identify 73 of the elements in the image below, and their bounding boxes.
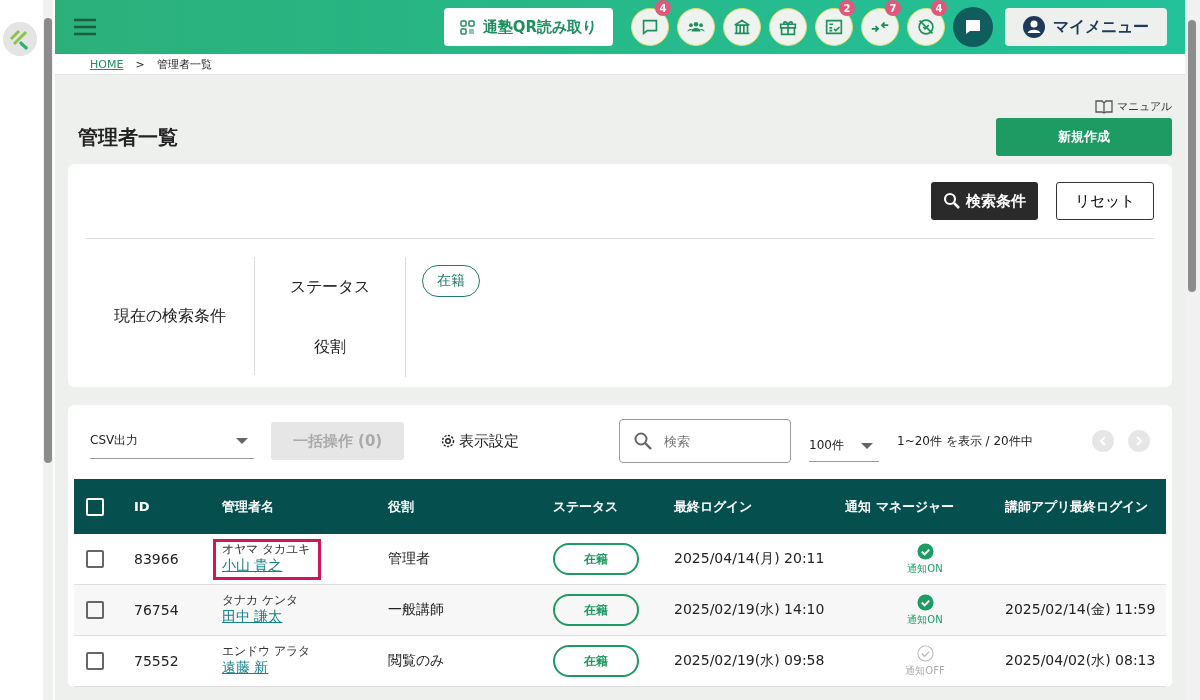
speech-bubble-icon: [963, 17, 983, 37]
column-header: 役割: [388, 498, 414, 514]
last-login-cell: 2025/02/19(水) 09:58: [674, 652, 825, 668]
gear-icon: [440, 433, 456, 449]
search-conditions-button[interactable]: 検索条件: [931, 182, 1038, 220]
csv-export-select[interactable]: CSV出力: [90, 423, 254, 459]
gift-icon-button[interactable]: [769, 8, 807, 46]
notification-badge: 4: [655, 0, 671, 16]
search-icon: [943, 192, 961, 210]
condition-label: 役割: [255, 317, 406, 377]
notification-badge: 4: [931, 0, 947, 16]
name-reading: エンドウ アラタ: [222, 643, 310, 659]
notification-status: 通知OFF: [905, 663, 945, 678]
chevron-left-icon: [1098, 436, 1108, 446]
breadcrumb-separator: >: [135, 57, 145, 71]
scrollbar-thumb[interactable]: [44, 18, 52, 463]
name-reading: オヤマ タカユキ: [222, 541, 310, 557]
building-icon-button[interactable]: [723, 8, 761, 46]
qr-icon: [459, 19, 475, 35]
book-icon: [1095, 99, 1113, 114]
display-settings-button[interactable]: 表示設定: [440, 431, 519, 451]
app-last-login-cell: 2025/02/14(金) 11:59: [1005, 601, 1156, 617]
id-cell: 76754: [134, 602, 179, 618]
page-size-select[interactable]: 100件: [809, 430, 879, 462]
select-all-checkbox[interactable]: [86, 497, 104, 516]
message-button[interactable]: [953, 7, 993, 47]
breadcrumb-home-link[interactable]: HOME: [90, 57, 124, 71]
breadcrumb-current: 管理者一覧: [156, 56, 212, 72]
row-checkbox[interactable]: [86, 652, 104, 670]
column-header: 通知 マネージャー: [845, 498, 954, 514]
menu-icon[interactable]: [73, 18, 97, 36]
reset-button[interactable]: リセット: [1056, 182, 1154, 220]
notification-status: 通知ON: [907, 561, 943, 576]
scrollbar-thumb[interactable]: [1188, 20, 1196, 292]
id-cell: 83966: [134, 551, 179, 567]
current-conditions-label: 現在の検索条件: [86, 257, 255, 375]
search-icon: [633, 431, 653, 451]
column-header: ID: [134, 499, 150, 514]
condition-label: ステータス: [255, 257, 406, 317]
user-icon: [1023, 16, 1045, 38]
qr-scan-button[interactable]: 通塾QR読み取り: [443, 8, 613, 46]
status-pill: 在籍: [553, 543, 639, 575]
create-button[interactable]: 新規作成: [996, 118, 1172, 156]
role-cell: 閲覧のみ: [388, 652, 444, 668]
admin-name-link[interactable]: 田中 謙太: [222, 607, 298, 626]
role-cell: 一般講師: [388, 601, 444, 617]
chevron-right-icon: [1134, 436, 1144, 446]
name-reading: タナカ ケンタ: [222, 592, 298, 608]
manual-link[interactable]: マニュアル: [1117, 99, 1172, 114]
status-pill: 在籍: [553, 645, 639, 677]
notification-status: 通知ON: [907, 612, 943, 627]
result-range-text: 1~20件 を表示 / 20件中: [897, 432, 1033, 450]
notification-badge: 7: [885, 0, 901, 16]
role-cell: 管理者: [388, 550, 430, 566]
page-title: 管理者一覧: [78, 123, 178, 151]
column-header: 管理者名: [222, 498, 274, 514]
blocked-icon: [915, 16, 937, 38]
last-login-cell: 2025/04/14(月) 20:11: [674, 550, 825, 566]
column-header: 最終ログイン: [674, 498, 752, 514]
people-icon-button[interactable]: [677, 8, 715, 46]
last-login-cell: 2025/02/19(水) 14:10: [674, 601, 825, 617]
app-last-login-cell: 2025/04/02(水) 08:13: [1005, 652, 1156, 668]
id-cell: 75552: [134, 653, 179, 669]
my-menu-button[interactable]: マイメニュー: [1005, 8, 1167, 46]
column-header: 講師アプリ最終ログイン: [1005, 498, 1148, 514]
row-checkbox[interactable]: [86, 550, 104, 568]
admin-name-link[interactable]: 遠藤 新: [222, 658, 310, 677]
admin-name-link[interactable]: 小山 貴之: [222, 556, 310, 575]
status-pill: 在籍: [553, 594, 639, 626]
notification-badge: 2: [839, 0, 855, 16]
column-header: ステータス: [553, 498, 618, 514]
row-checkbox[interactable]: [86, 601, 104, 619]
search-field[interactable]: 検索: [619, 419, 791, 463]
